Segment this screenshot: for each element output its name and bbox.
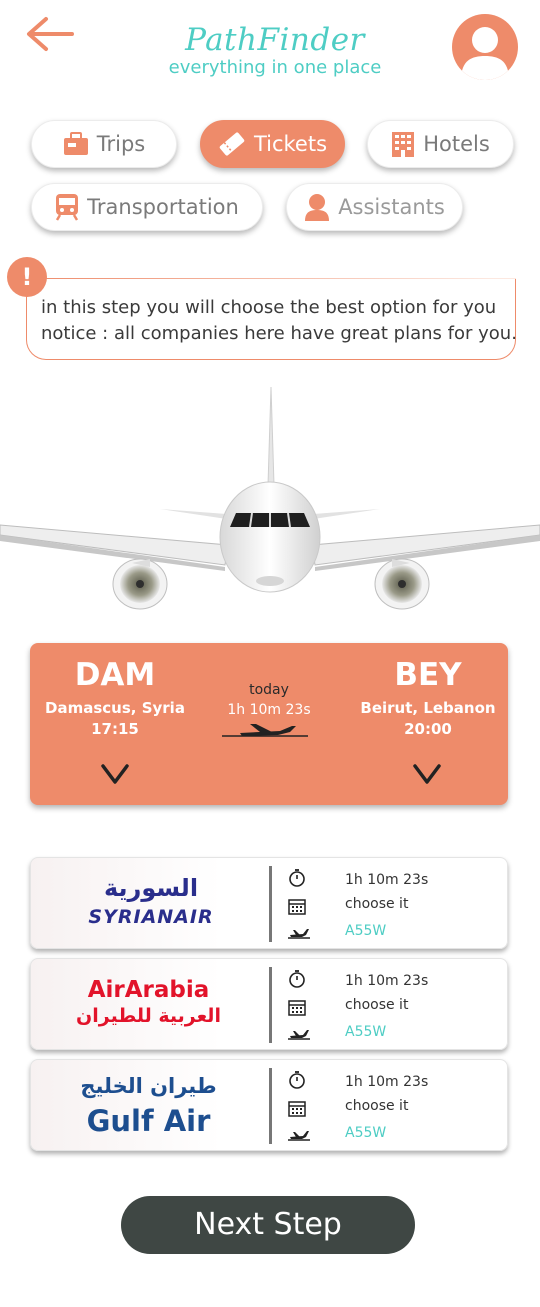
airline-logo: Gulf Air [86, 1104, 211, 1138]
person-icon [305, 194, 330, 221]
flight-duration: 1h 10m 23s [345, 1074, 429, 1090]
airline-logo-arabic: السورية [103, 874, 199, 902]
flight-duration: 1h 10m 23s [345, 872, 429, 888]
profile-avatar[interactable] [452, 14, 518, 80]
stopwatch-icon [289, 869, 305, 887]
card-divider [269, 967, 272, 1043]
flight-duration: 1h 10m 23s [345, 973, 429, 989]
category-label: Trips [96, 132, 146, 156]
app-tagline: everything in one place [168, 57, 382, 78]
airline-card-gulfair[interactable]: طيران الخليج Gulf Air 1h 10m 23s choose … [30, 1059, 508, 1151]
building-icon [392, 132, 415, 157]
category-transportation[interactable]: Transportation [31, 183, 263, 231]
category-trips[interactable]: Trips [31, 120, 177, 168]
category-assistants[interactable]: Assistants [286, 183, 463, 231]
category-hotels[interactable]: Hotels [367, 120, 514, 168]
notice-line-2: notice : all companies here have great p… [41, 323, 517, 344]
app-title: PathFinder [185, 22, 365, 58]
airplane-illustration [0, 386, 540, 610]
airline-logo: AirArabia [87, 977, 210, 1003]
calendar-icon [288, 1101, 306, 1117]
chevron-down-icon[interactable] [412, 761, 442, 787]
airline-card-syrianair[interactable]: السورية SYRIANAIR 1h 10m 23s choose it A… [30, 857, 508, 949]
card-divider [269, 866, 272, 942]
trip-duration: 1h 10m 23s [227, 702, 311, 718]
departure-time: 17:15 [91, 720, 139, 738]
flight-code: A55W [345, 923, 387, 939]
category-tickets[interactable]: Tickets [200, 120, 345, 168]
notice-box [26, 278, 516, 360]
destination-city: Beirut, Lebanon [360, 699, 496, 717]
origin-city: Damascus, Syria [45, 699, 185, 717]
notice-line-1: in this step you will choose the best op… [41, 297, 497, 318]
calendar-icon [288, 1000, 306, 1016]
train-icon [56, 194, 79, 221]
arrow-left-icon [27, 17, 74, 51]
trip-day: today [249, 682, 289, 698]
suitcase-icon [63, 132, 88, 155]
airline-card-airarabia[interactable]: AirArabia العربية للطيران 1h 10m 23s cho… [30, 958, 508, 1050]
warning-icon: ! [7, 257, 47, 297]
category-label: Hotels [423, 132, 490, 156]
category-label: Transportation [87, 195, 239, 219]
card-divider [269, 1068, 272, 1144]
stopwatch-icon [289, 970, 305, 988]
destination-code: BEY [394, 657, 462, 693]
airline-logo-arabic: العربية للطيران [76, 1005, 221, 1027]
airline-logo-arabic: طيران الخليج [80, 1074, 217, 1098]
notice-divider [26, 278, 516, 279]
choose-label: choose it [345, 896, 409, 912]
airline-logo: SYRIANAIR [88, 906, 214, 928]
airplane-path-icon [222, 724, 308, 737]
origin-code: DAM [74, 657, 156, 693]
flight-code: A55W [345, 1024, 387, 1040]
back-button[interactable] [22, 14, 78, 54]
arrival-time: 20:00 [404, 720, 452, 738]
choose-label: choose it [345, 997, 409, 1013]
category-label: Assistants [338, 195, 445, 219]
next-step-button[interactable]: Next Step [121, 1196, 415, 1254]
user-avatar-icon [461, 27, 509, 80]
ticket-icon [219, 132, 245, 156]
chevron-down-icon[interactable] [100, 761, 130, 787]
airplane-icon [288, 929, 310, 939]
route-card: DAM Damascus, Syria 17:15 today 1h 10m 2… [30, 643, 508, 805]
airplane-icon [288, 1030, 310, 1040]
calendar-icon [288, 899, 306, 915]
stopwatch-icon [289, 1071, 305, 1089]
choose-label: choose it [345, 1098, 409, 1114]
flight-code: A55W [345, 1125, 387, 1141]
category-label: Tickets [253, 132, 328, 156]
airplane-icon [288, 1131, 310, 1141]
